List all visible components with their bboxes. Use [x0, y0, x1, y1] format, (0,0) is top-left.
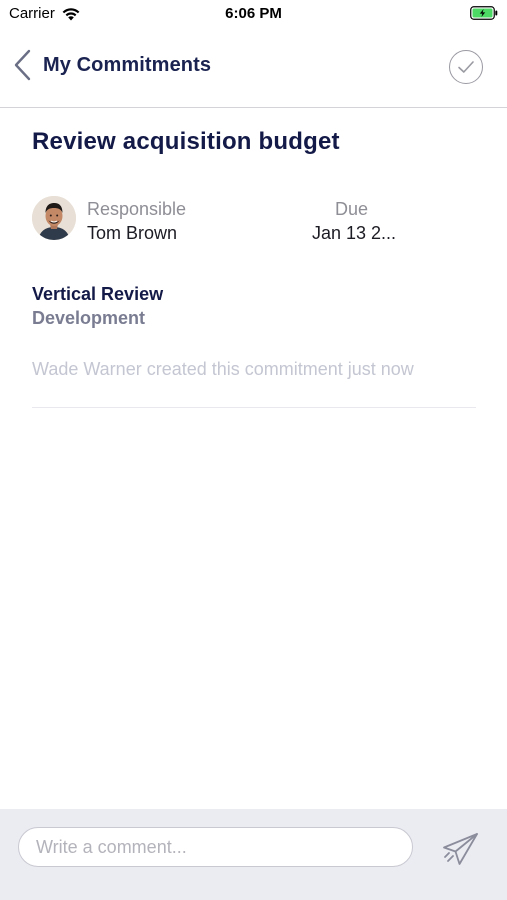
project-subtitle: Development: [32, 308, 146, 328]
paper-plane-icon: [443, 833, 478, 865]
comment-bar: [0, 809, 507, 900]
navigation-bar: My Commitments: [0, 28, 507, 108]
divider: [32, 407, 476, 408]
responsible-name[interactable]: Tom Brown: [87, 223, 177, 244]
due-date[interactable]: Jan 13 2...: [312, 223, 396, 244]
checkmark-icon: [458, 61, 474, 73]
responsible-label: Responsible: [87, 199, 187, 219]
commitment-title: Review acquisition budget: [32, 128, 340, 155]
back-button-label: My Commitments: [43, 53, 212, 76]
avatar[interactable]: [32, 196, 76, 240]
back-button[interactable]: My Commitments: [12, 48, 211, 82]
comment-input[interactable]: [18, 827, 413, 867]
status-time: 6:06 PM: [225, 5, 282, 22]
project-name[interactable]: Vertical Review: [32, 284, 163, 305]
person-avatar-image: [32, 196, 76, 240]
complete-button[interactable]: [449, 50, 483, 84]
send-button[interactable]: [440, 831, 480, 867]
battery-charging-icon: [470, 6, 498, 20]
due-label: Due: [335, 199, 369, 219]
activity-log-entry: Wade Warner created this commitment just…: [32, 359, 414, 379]
chevron-left-icon: [14, 49, 31, 81]
status-bar: Carrier 6:06 PM: [0, 0, 507, 28]
